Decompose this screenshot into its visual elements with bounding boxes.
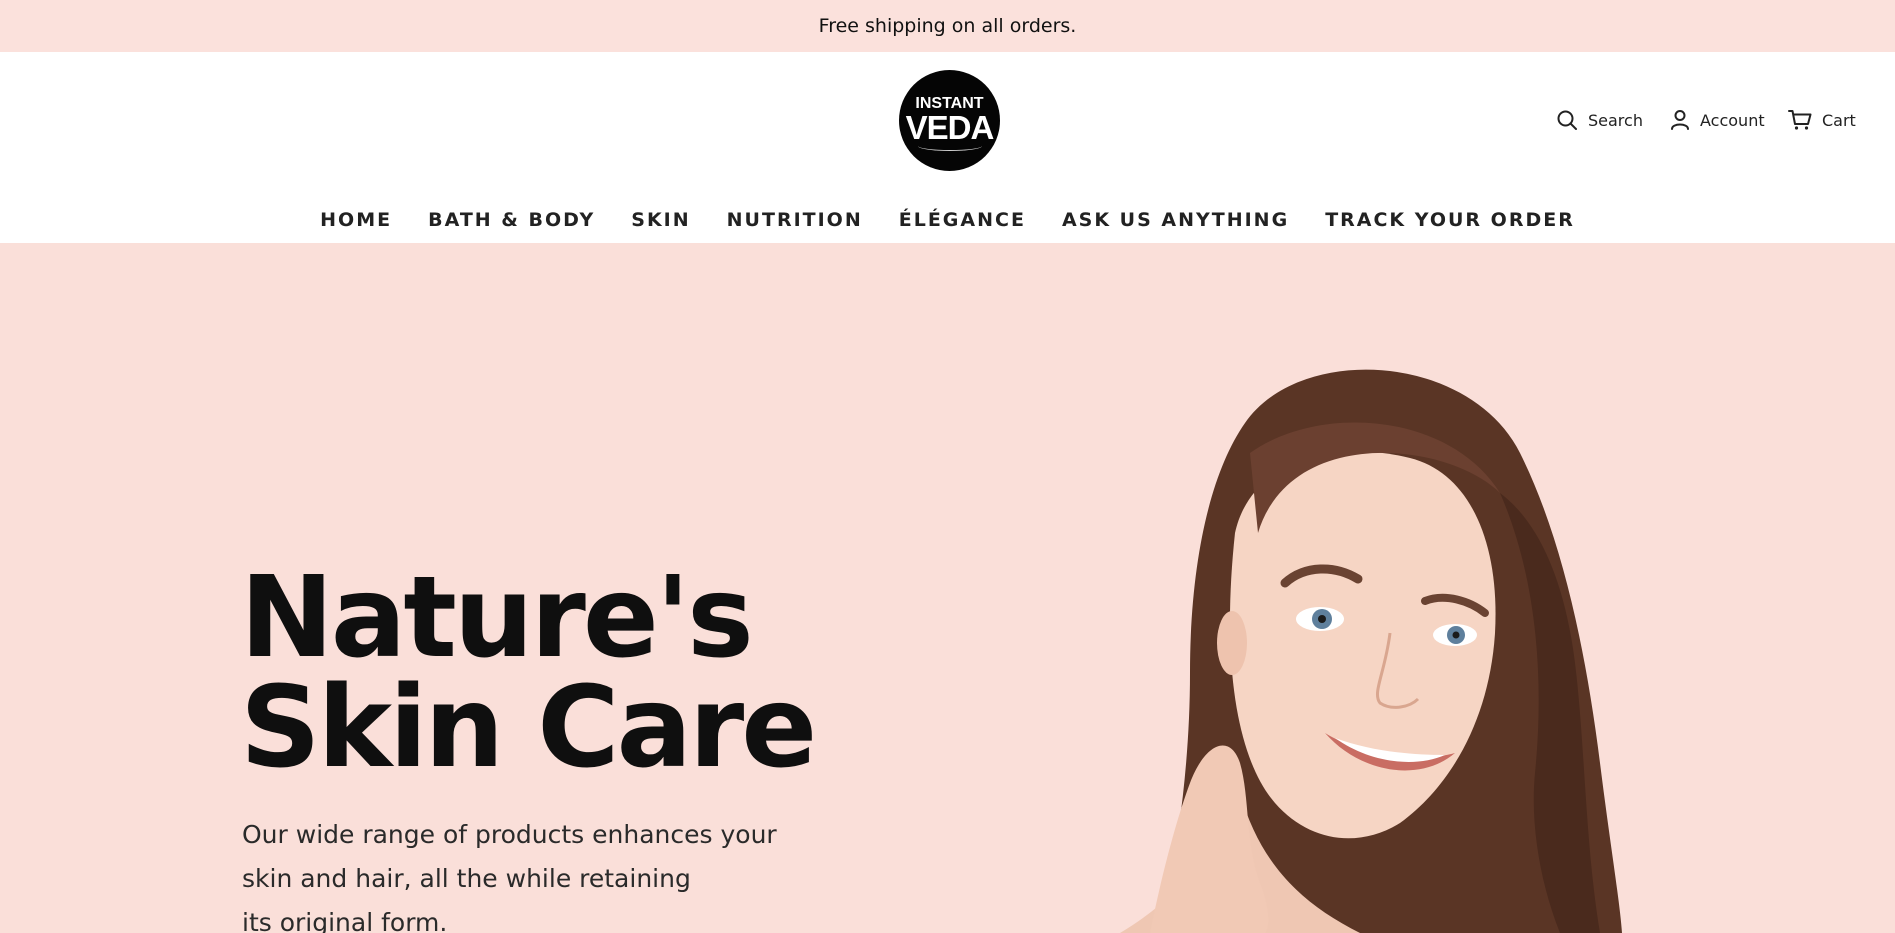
nav-item-elegance[interactable]: ÉLÉGANCE bbox=[899, 209, 1026, 231]
nav-item-nutrition[interactable]: NUTRITION bbox=[727, 209, 863, 231]
nav-item-track-your-order[interactable]: TRACK YOUR ORDER bbox=[1325, 209, 1575, 231]
search-label: Search bbox=[1588, 110, 1643, 130]
cart-link[interactable]: Cart bbox=[1788, 109, 1856, 131]
logo-line-2: VEDA bbox=[905, 108, 995, 146]
hero-model-image bbox=[1120, 369, 1622, 933]
search-icon bbox=[1557, 110, 1577, 130]
logo-arc bbox=[917, 141, 982, 151]
brand-logo[interactable]: INSTANT VEDA bbox=[899, 70, 1000, 171]
hero-title-line-1: Nature's bbox=[240, 553, 754, 683]
site-header: INSTANT VEDA Search Account Cart HOME BA… bbox=[0, 52, 1895, 243]
cart-label: Cart bbox=[1822, 110, 1856, 130]
hero-title-line-2: Skin Care bbox=[240, 663, 817, 793]
hero-description-line-3: its original form. bbox=[242, 908, 448, 933]
announcement-text: Free shipping on all orders. bbox=[818, 15, 1077, 37]
nav-item-ask-us-anything[interactable]: ASK US ANYTHING bbox=[1062, 209, 1289, 231]
account-icon bbox=[1671, 110, 1689, 130]
announcement-bar: Free shipping on all orders. bbox=[0, 0, 1895, 52]
account-label: Account bbox=[1700, 110, 1765, 130]
main-nav: HOME BATH & BODY SKIN NUTRITION ÉLÉGANCE… bbox=[0, 204, 1895, 236]
account-link[interactable]: Account bbox=[1670, 109, 1765, 131]
hero-title: Nature's Skin Care bbox=[240, 553, 940, 793]
nav-item-skin[interactable]: SKIN bbox=[631, 209, 690, 231]
hero-description: Our wide range of products enhances your… bbox=[242, 813, 842, 933]
hero-description-line-2: skin and hair, all the while retaining bbox=[242, 864, 691, 893]
cart-icon bbox=[1788, 110, 1812, 130]
nav-item-home[interactable]: HOME bbox=[320, 209, 392, 231]
hero-banner: Nature's Skin Care Our wide range of pro… bbox=[0, 243, 1895, 933]
nav-item-bath-body[interactable]: BATH & BODY bbox=[428, 209, 595, 231]
hero-description-line-1: Our wide range of products enhances your bbox=[242, 820, 777, 849]
search-link[interactable]: Search bbox=[1556, 109, 1643, 131]
